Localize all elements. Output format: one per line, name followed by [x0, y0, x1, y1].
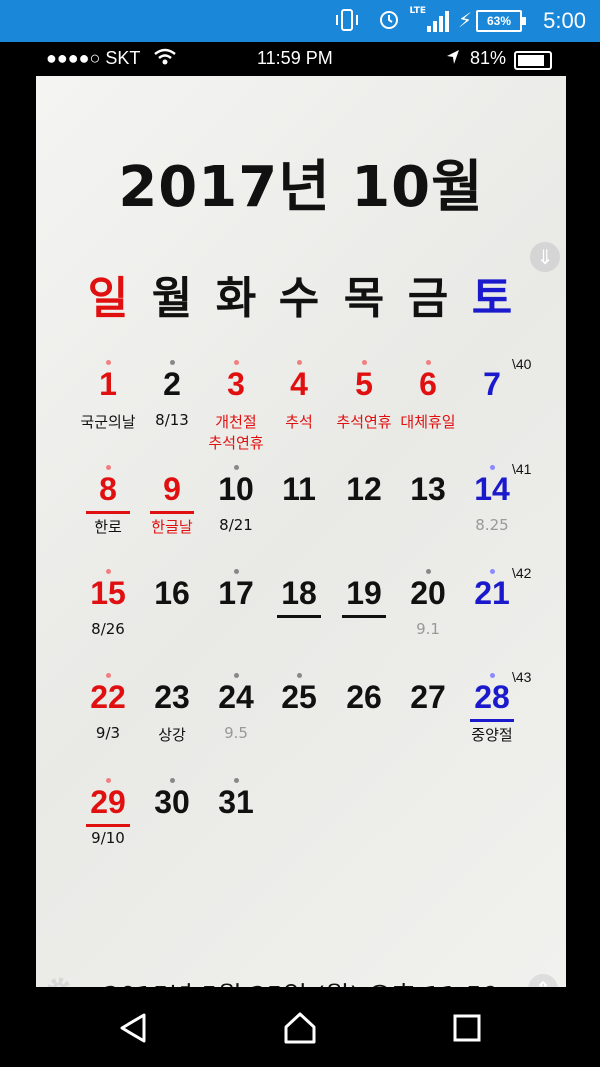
calendar-day-13[interactable]: 13: [396, 471, 460, 508]
calendar-day-4[interactable]: 4: [267, 366, 331, 403]
signal-icon: [427, 11, 449, 32]
calendar-day-12[interactable]: 12: [332, 471, 396, 508]
day-underline: [150, 511, 194, 514]
weekday-header: 일: [87, 273, 129, 324]
week-number: \40: [512, 356, 532, 372]
event-dot: [234, 778, 239, 783]
event-dot: [490, 569, 495, 574]
event-dot: [297, 360, 302, 365]
day-underline: [86, 824, 130, 827]
weekday-header: 금: [407, 273, 449, 324]
event-dot: [426, 360, 431, 365]
ios-battery-icon: [514, 51, 552, 70]
photo-frame: ●●●●○ SKT 11:59 PM 81% 2017년 10월 ⇓ 일월화수목…: [36, 42, 566, 1012]
calendar-day-30[interactable]: 30: [140, 784, 204, 821]
vibrate-icon: [336, 9, 358, 31]
day-note: 추석연휴: [208, 434, 264, 452]
week-number: \43: [512, 669, 532, 685]
event-dot: [170, 360, 175, 365]
calendar-day-29[interactable]: 29: [76, 784, 140, 821]
calendar-day-18[interactable]: 18: [267, 575, 331, 612]
day-underline: [86, 511, 130, 514]
day-note: 8/26: [91, 620, 125, 638]
event-dot: [234, 569, 239, 574]
calendar-day-27[interactable]: 27: [396, 679, 460, 716]
day-note: 중양절: [471, 726, 513, 744]
calendar-day-17[interactable]: 17: [204, 575, 268, 612]
calendar-day-5[interactable]: 5: [332, 366, 396, 403]
scroll-down-icon[interactable]: ⇓: [530, 242, 560, 272]
calendar-day-20[interactable]: 20: [396, 575, 460, 612]
calendar-day-25[interactable]: 25: [267, 679, 331, 716]
event-dot: [170, 778, 175, 783]
day-note: 9.5: [224, 724, 248, 742]
day-note: 8.25: [475, 516, 509, 534]
event-dot: [490, 465, 495, 470]
android-nav-bar: [0, 987, 600, 1067]
calendar-day-1[interactable]: 1: [76, 366, 140, 403]
event-dot: [426, 569, 431, 574]
carrier-label: ●●●●○ SKT: [46, 48, 141, 68]
android-clock: 5:00: [543, 8, 586, 33]
event-dot: [106, 360, 111, 365]
calendar-day-31[interactable]: 31: [204, 784, 268, 821]
network-type-label: LTE: [409, 6, 426, 16]
weekday-header: 목: [343, 273, 385, 324]
day-note: 대체휴일: [400, 413, 456, 431]
calendar-day-8[interactable]: 8: [76, 471, 140, 508]
ios-battery-percent: 81%: [470, 48, 507, 68]
event-dot: [490, 673, 495, 678]
day-underline: [342, 615, 386, 618]
location-arrow-icon: [447, 50, 459, 64]
event-dot: [234, 360, 239, 365]
calendar-widget: 2017년 10월 ⇓ 일월화수목금토 1 국군의날 2 8/13 3 개천절 추석연휴 4 추…: [36, 76, 566, 1012]
calendar-day-2[interactable]: 2: [140, 366, 204, 403]
weekday-header: 화: [215, 273, 257, 324]
calendar-title: 2017년 10월: [118, 155, 484, 220]
weekday-header: 토: [471, 273, 513, 324]
calendar-day-26[interactable]: 26: [332, 679, 396, 716]
weekday-header: 수: [278, 273, 320, 324]
day-note: 9/10: [91, 829, 125, 847]
calendar-day-6[interactable]: 6: [396, 366, 460, 403]
event-dot: [234, 465, 239, 470]
calendar-day-9[interactable]: 9: [140, 471, 204, 508]
event-dot: [106, 778, 111, 783]
calendar-day-23[interactable]: 23: [140, 679, 204, 716]
weekday-header: 월: [151, 273, 193, 324]
calendar-day-22[interactable]: 22: [76, 679, 140, 716]
event-dot: [234, 673, 239, 678]
week-number: \42: [512, 565, 532, 581]
calendar-day-24[interactable]: 24: [204, 679, 268, 716]
calendar-day-3[interactable]: 3: [204, 366, 268, 403]
calendar-day-10[interactable]: 10: [204, 471, 268, 508]
day-note: 9.1: [416, 620, 440, 638]
event-dot: [297, 673, 302, 678]
wifi-icon: [154, 48, 176, 65]
day-note: 8/21: [219, 516, 253, 534]
calendar-day-16[interactable]: 16: [140, 575, 204, 612]
calendar-day-15[interactable]: 15: [76, 575, 140, 612]
event-dot: [106, 673, 111, 678]
battery-indicator: 63%: [476, 10, 526, 32]
ios-status-bar: ●●●●○ SKT 11:59 PM 81%: [36, 42, 566, 76]
back-icon[interactable]: [116, 1011, 150, 1045]
ios-clock: 11:59 PM: [257, 48, 333, 68]
android-status-bar: LTE ⚡ 63% 5:00: [0, 0, 600, 42]
day-underline: [277, 615, 321, 618]
day-underline: [470, 719, 514, 722]
event-dot: [362, 360, 367, 365]
alarm-icon: [380, 11, 398, 29]
week-number: \41: [512, 461, 532, 477]
charging-icon: ⚡: [457, 8, 472, 32]
event-dot: [106, 465, 111, 470]
recents-icon[interactable]: [450, 1011, 484, 1045]
home-icon[interactable]: [283, 1011, 317, 1045]
calendar-day-19[interactable]: 19: [332, 575, 396, 612]
event-dot: [106, 569, 111, 574]
calendar-day-11[interactable]: 11: [267, 471, 331, 508]
